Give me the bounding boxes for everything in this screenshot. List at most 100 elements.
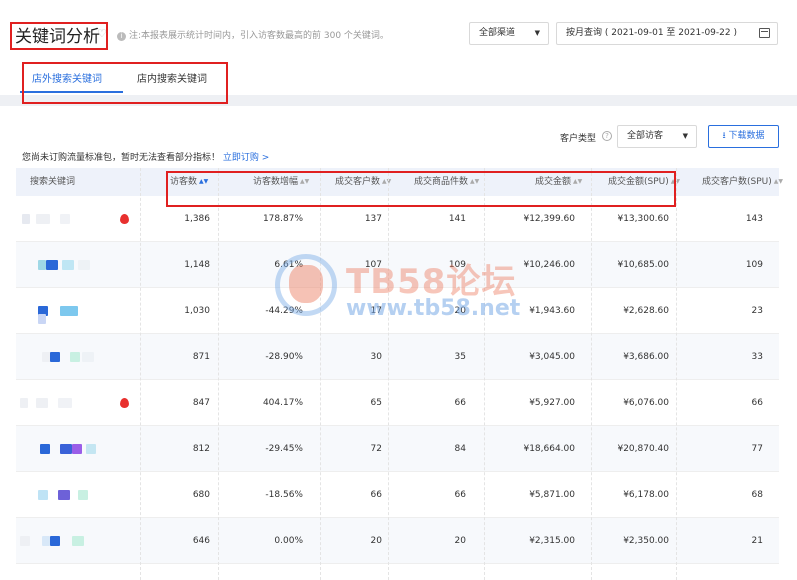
keyword-cell[interactable] <box>16 426 140 472</box>
heart-outline-icon[interactable]: ♡ <box>97 27 107 40</box>
watermark-url: www.tb58.net <box>346 296 521 321</box>
masked-keyword-text <box>58 398 72 408</box>
calendar-icon[interactable] <box>759 28 770 38</box>
sales-spu-cell: ¥20,870.40 <box>617 444 669 454</box>
sales-spu-cell: ¥6,178.00 <box>623 490 669 500</box>
items-sold-cell: 66 <box>454 490 466 500</box>
sort-icon[interactable]: ▲▼ <box>300 168 309 196</box>
items-sold-cell: 141 <box>448 214 466 224</box>
table-row[interactable]: 1,386 178.87% 137 141 ¥12,399.60 ¥13,300.60 14… <box>16 196 779 242</box>
sales-spu-cell: ¥6,076.00 <box>623 398 669 408</box>
table-row[interactable]: 847 404.17% 65 66 ¥5,927.00 ¥6,076.00 66 <box>16 380 779 426</box>
column-header-label: 访客数增幅 <box>253 177 299 187</box>
channel-select-value: 全部渠道 <box>479 28 516 38</box>
buyers-cell: 66 <box>370 490 382 500</box>
download-label: 下载数据 <box>728 131 765 141</box>
masked-keyword-text <box>58 490 70 500</box>
masked-keyword-text <box>60 306 78 316</box>
sales-spu-cell: ¥10,685.00 <box>617 260 669 270</box>
masked-keyword-text <box>42 536 50 546</box>
masked-keyword-text <box>62 260 74 270</box>
masked-keyword-text <box>38 260 46 270</box>
visitors-cell: 1,386 <box>184 214 210 224</box>
download-icon: ⭳ <box>722 131 726 141</box>
sort-icon[interactable]: ▲▼ <box>470 168 479 196</box>
buyers-spu-cell: 68 <box>751 490 763 500</box>
date-range: ( 2021-09-01 至 2021-09-22 ) <box>604 28 737 38</box>
column-divider <box>140 168 141 580</box>
buyers-cell: 137 <box>364 214 382 224</box>
report-note: i 注:本报表展示统计时间内，引入访客数最高的前 300 个关键词。 <box>117 28 389 41</box>
keyword-cell[interactable] <box>16 518 140 564</box>
column-header-sales-spu[interactable]: 成交金额(SPU) ▲▼ <box>608 168 680 196</box>
sales-spu-cell: ¥2,628.60 <box>623 306 669 316</box>
items-sold-cell: 20 <box>454 536 466 546</box>
column-divider <box>218 168 219 580</box>
notice-text: 您尚未订购流量标准包，暂时无法查看部分指标！ <box>22 153 221 163</box>
sales-cell: ¥1,943.60 <box>529 306 575 316</box>
column-header-buyers[interactable]: 成交客户数 ▲▼ <box>335 168 391 196</box>
download-button[interactable]: ⭳ 下载数据 <box>708 125 779 148</box>
column-header-visitor-growth[interactable]: 访客数增幅 ▲▼ <box>253 168 309 196</box>
column-header-label: 成交金额(SPU) <box>608 177 669 187</box>
table-row[interactable]: 680 -18.56% 66 66 ¥5,871.00 ¥6,178.00 68 <box>16 472 779 518</box>
visitor-growth-cell: 0.00% <box>274 536 303 546</box>
channel-select[interactable]: 全部渠道 ▼ <box>469 22 549 45</box>
table-row[interactable]: 646 0.00% 20 20 ¥2,315.00 ¥2,350.00 21 <box>16 518 779 564</box>
masked-keyword-text <box>20 536 30 546</box>
column-header-sales[interactable]: 成交金额 ▲▼ <box>535 168 582 196</box>
question-icon[interactable]: ? <box>602 131 612 141</box>
date-range-picker[interactable]: 按月查询 ( 2021-09-01 至 2021-09-22 ) <box>556 22 778 45</box>
masked-keyword-text <box>20 398 28 408</box>
sort-icon[interactable]: ▲▼ <box>199 168 208 196</box>
masked-keyword-text <box>82 352 94 362</box>
sort-icon[interactable]: ▲▼ <box>774 168 783 196</box>
column-header-buyers-spu[interactable]: 成交客户数(SPU) ▲▼ <box>702 168 783 196</box>
visitors-cell: 680 <box>192 490 210 500</box>
masked-keyword-text <box>70 352 80 362</box>
keyword-cell[interactable] <box>16 288 140 334</box>
date-mode: 按月查询 <box>566 28 603 38</box>
customer-type-select[interactable]: 全部访客 ▼ <box>617 125 697 148</box>
visitor-growth-cell: 178.87% <box>262 214 303 224</box>
table-row[interactable]: 871 -28.90% 30 35 ¥3,045.00 ¥3,686.00 33 <box>16 334 779 380</box>
tab-internal-search[interactable]: 店内搜索关键词 <box>137 70 207 85</box>
column-header-label: 成交客户数 <box>335 177 381 187</box>
column-header-label: 成交金额 <box>535 177 572 187</box>
buyers-spu-cell: 143 <box>745 214 763 224</box>
visitors-cell: 1,030 <box>184 306 210 316</box>
customer-type-value: 全部访客 <box>627 131 664 141</box>
sales-spu-cell: ¥3,686.00 <box>623 352 669 362</box>
buyers-cell: 72 <box>370 444 382 454</box>
masked-keyword-text <box>86 444 96 454</box>
report-note-text: 注:本报表展示统计时间内，引入访客数最高的前 300 个关键词。 <box>129 31 389 41</box>
buyers-spu-cell: 21 <box>751 536 763 546</box>
caret-down-icon: ▼ <box>682 132 688 140</box>
sales-cell: ¥10,246.00 <box>523 260 575 270</box>
masked-keyword-text <box>60 444 72 454</box>
visitors-cell: 812 <box>192 444 210 454</box>
subscribe-link[interactable]: 立即订购 > <box>223 153 269 163</box>
keyword-cell[interactable] <box>16 242 140 288</box>
keyword-cell[interactable] <box>16 472 140 518</box>
sales-cell: ¥5,871.00 <box>529 490 575 500</box>
masked-keyword-text <box>46 260 58 270</box>
sort-icon[interactable]: ▲▼ <box>573 168 582 196</box>
customer-type-label: 客户类型 <box>560 134 597 144</box>
column-divider <box>484 168 485 580</box>
items-sold-cell: 84 <box>454 444 466 454</box>
header-panel <box>0 0 797 95</box>
column-header-items-sold[interactable]: 成交商品件数 ▲▼ <box>414 168 479 196</box>
tab-external-search[interactable]: 店外搜索关键词 <box>32 70 102 85</box>
buyers-cell: 65 <box>370 398 382 408</box>
keyword-cell[interactable] <box>16 334 140 380</box>
sales-cell: ¥5,927.00 <box>529 398 575 408</box>
hot-keyword-icon <box>120 214 129 224</box>
visitor-growth-cell: -28.90% <box>265 352 303 362</box>
visitors-cell: 871 <box>192 352 210 362</box>
buyers-spu-cell: 23 <box>751 306 763 316</box>
column-header-visitors[interactable]: 访客数 ▲▼ <box>170 168 208 196</box>
table-row[interactable]: 812 -29.45% 72 84 ¥18,664.00 ¥20,870.40 77 <box>16 426 779 472</box>
masked-keyword-text <box>50 536 60 546</box>
sort-icon[interactable]: ▲▼ <box>382 168 391 196</box>
